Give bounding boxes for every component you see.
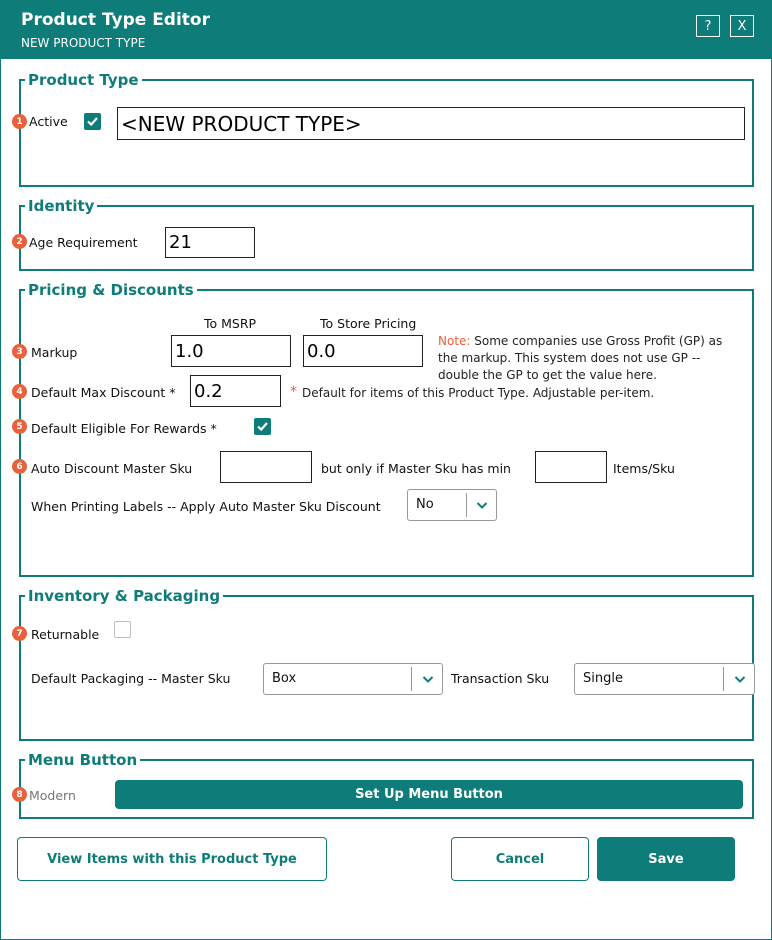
transaction-sku-select[interactable]: Single (574, 663, 755, 695)
max-discount-note: Default for items of this Product Type. … (302, 386, 655, 400)
print-labels-discount-label: When Printing Labels -- Apply Auto Maste… (31, 499, 381, 514)
help-button[interactable]: ? (696, 15, 720, 37)
badge-4: 4 (12, 384, 27, 399)
active-checkbox[interactable] (84, 113, 101, 130)
returnable-checkbox[interactable] (114, 621, 131, 638)
returnable-label: Returnable (31, 627, 100, 642)
view-items-button[interactable]: View Items with this Product Type (17, 837, 327, 881)
chevron-down-icon (734, 676, 746, 683)
chevron-down-icon (476, 502, 488, 509)
close-button[interactable]: X (730, 15, 754, 37)
markup-label: Markup (31, 345, 78, 360)
to-msrp-header: To MSRP (204, 316, 257, 331)
default-eligible-rewards-label: Default Eligible For Rewards * (31, 421, 217, 436)
required-asterisk: * (290, 384, 297, 400)
title-bar: Product Type Editor NEW PRODUCT TYPE ? X (1, 1, 771, 59)
print-labels-discount-value: No (416, 497, 434, 512)
badge-2: 2 (12, 234, 27, 249)
identity-legend: Identity (28, 197, 95, 215)
active-label: Active (29, 114, 68, 129)
markup-store-input[interactable] (303, 335, 423, 367)
pricing-legend: Pricing & Discounts (28, 281, 194, 299)
window-subtitle: NEW PRODUCT TYPE (21, 36, 146, 50)
age-requirement-label: Age Requirement (29, 235, 138, 250)
badge-8: 8 (12, 787, 27, 802)
min-items-input[interactable] (535, 451, 607, 483)
modern-label: Modern (29, 788, 76, 803)
badge-6: 6 (12, 459, 27, 474)
select-separator (723, 667, 724, 691)
transaction-sku-value: Single (583, 671, 623, 686)
inventory-legend: Inventory & Packaging (28, 587, 221, 605)
default-max-discount-label: Default Max Discount * (31, 385, 176, 400)
items-per-sku-label: Items/Sku (613, 461, 675, 476)
markup-msrp-input[interactable] (171, 335, 291, 367)
auto-discount-master-sku-label: Auto Discount Master Sku (31, 461, 193, 476)
save-button[interactable]: Save (597, 837, 735, 881)
print-labels-discount-select[interactable]: No (407, 489, 497, 521)
menu-legend: Menu Button (28, 751, 138, 769)
badge-7: 7 (12, 626, 27, 641)
select-separator (466, 493, 467, 517)
note-text: Some companies use Gross Profit (GP) as … (438, 334, 723, 382)
chevron-down-icon (422, 676, 434, 683)
product-type-editor-window: Product Type Editor NEW PRODUCT TYPE ? X… (0, 0, 772, 940)
transaction-sku-label: Transaction Sku (451, 671, 550, 686)
cancel-button[interactable]: Cancel (451, 837, 589, 881)
badge-1: 1 (12, 114, 27, 129)
min-master-sku-label: but only if Master Sku has min (321, 461, 511, 476)
window-title: Product Type Editor (21, 10, 210, 30)
markup-note: Note: Some companies use Gross Profit (G… (438, 333, 744, 384)
default-max-discount-input[interactable] (190, 375, 281, 407)
age-requirement-input[interactable] (165, 227, 255, 258)
badge-5: 5 (12, 419, 27, 434)
product-type-name-input[interactable] (117, 107, 745, 140)
set-up-menu-button[interactable]: Set Up Menu Button (115, 780, 743, 809)
packaging-master-sku-value: Box (272, 671, 297, 686)
product-type-legend: Product Type (28, 71, 139, 89)
badge-3: 3 (12, 344, 27, 359)
identity-group: Identity (19, 197, 754, 271)
to-store-pricing-header: To Store Pricing (320, 316, 417, 331)
check-icon (257, 422, 268, 432)
packaging-master-sku-select[interactable]: Box (263, 663, 443, 695)
default-packaging-label: Default Packaging -- Master Sku (31, 671, 231, 686)
select-separator (411, 667, 412, 691)
check-icon (87, 117, 98, 127)
rewards-checkbox[interactable] (254, 418, 271, 435)
auto-discount-master-sku-input[interactable] (220, 451, 312, 483)
note-prefix: Note: (438, 334, 471, 348)
